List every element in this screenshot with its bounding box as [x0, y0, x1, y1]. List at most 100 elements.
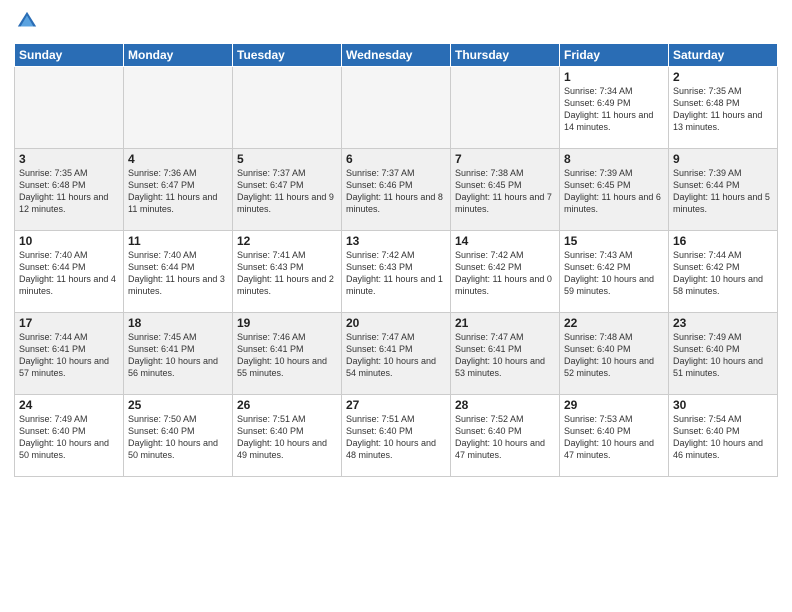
day-number: 6: [346, 152, 446, 166]
day-info: Sunrise: 7:36 AMSunset: 6:47 PMDaylight:…: [128, 167, 228, 216]
day-number: 29: [564, 398, 664, 412]
calendar-week-row: 1Sunrise: 7:34 AMSunset: 6:49 PMDaylight…: [15, 67, 778, 149]
calendar-header-friday: Friday: [560, 44, 669, 67]
day-number: 14: [455, 234, 555, 248]
calendar-week-row: 24Sunrise: 7:49 AMSunset: 6:40 PMDayligh…: [15, 395, 778, 477]
calendar-cell: 5Sunrise: 7:37 AMSunset: 6:47 PMDaylight…: [233, 149, 342, 231]
day-number: 13: [346, 234, 446, 248]
calendar-cell: 8Sunrise: 7:39 AMSunset: 6:45 PMDaylight…: [560, 149, 669, 231]
day-number: 18: [128, 316, 228, 330]
day-number: 16: [673, 234, 773, 248]
day-info: Sunrise: 7:49 AMSunset: 6:40 PMDaylight:…: [19, 413, 119, 462]
day-info: Sunrise: 7:43 AMSunset: 6:42 PMDaylight:…: [564, 249, 664, 298]
day-number: 9: [673, 152, 773, 166]
calendar-cell: 1Sunrise: 7:34 AMSunset: 6:49 PMDaylight…: [560, 67, 669, 149]
day-number: 26: [237, 398, 337, 412]
day-info: Sunrise: 7:40 AMSunset: 6:44 PMDaylight:…: [128, 249, 228, 298]
day-info: Sunrise: 7:37 AMSunset: 6:47 PMDaylight:…: [237, 167, 337, 216]
calendar-cell: [15, 67, 124, 149]
day-number: 8: [564, 152, 664, 166]
calendar-cell: 15Sunrise: 7:43 AMSunset: 6:42 PMDayligh…: [560, 231, 669, 313]
calendar-header-row: SundayMondayTuesdayWednesdayThursdayFrid…: [15, 44, 778, 67]
day-number: 21: [455, 316, 555, 330]
day-number: 5: [237, 152, 337, 166]
day-info: Sunrise: 7:37 AMSunset: 6:46 PMDaylight:…: [346, 167, 446, 216]
calendar-cell: 22Sunrise: 7:48 AMSunset: 6:40 PMDayligh…: [560, 313, 669, 395]
calendar-cell: 29Sunrise: 7:53 AMSunset: 6:40 PMDayligh…: [560, 395, 669, 477]
calendar-week-row: 17Sunrise: 7:44 AMSunset: 6:41 PMDayligh…: [15, 313, 778, 395]
day-info: Sunrise: 7:38 AMSunset: 6:45 PMDaylight:…: [455, 167, 555, 216]
day-info: Sunrise: 7:49 AMSunset: 6:40 PMDaylight:…: [673, 331, 773, 380]
calendar-header-sunday: Sunday: [15, 44, 124, 67]
calendar-cell: 24Sunrise: 7:49 AMSunset: 6:40 PMDayligh…: [15, 395, 124, 477]
calendar-cell: 21Sunrise: 7:47 AMSunset: 6:41 PMDayligh…: [451, 313, 560, 395]
calendar-week-row: 3Sunrise: 7:35 AMSunset: 6:48 PMDaylight…: [15, 149, 778, 231]
day-info: Sunrise: 7:47 AMSunset: 6:41 PMDaylight:…: [346, 331, 446, 380]
day-number: 4: [128, 152, 228, 166]
day-number: 10: [19, 234, 119, 248]
day-info: Sunrise: 7:51 AMSunset: 6:40 PMDaylight:…: [346, 413, 446, 462]
calendar-week-row: 10Sunrise: 7:40 AMSunset: 6:44 PMDayligh…: [15, 231, 778, 313]
calendar-cell: 4Sunrise: 7:36 AMSunset: 6:47 PMDaylight…: [124, 149, 233, 231]
day-info: Sunrise: 7:54 AMSunset: 6:40 PMDaylight:…: [673, 413, 773, 462]
calendar-header-saturday: Saturday: [669, 44, 778, 67]
header: [14, 10, 778, 37]
day-number: 17: [19, 316, 119, 330]
day-info: Sunrise: 7:51 AMSunset: 6:40 PMDaylight:…: [237, 413, 337, 462]
day-number: 11: [128, 234, 228, 248]
calendar-header-tuesday: Tuesday: [233, 44, 342, 67]
day-info: Sunrise: 7:34 AMSunset: 6:49 PMDaylight:…: [564, 85, 664, 134]
calendar-cell: 19Sunrise: 7:46 AMSunset: 6:41 PMDayligh…: [233, 313, 342, 395]
calendar-table: SundayMondayTuesdayWednesdayThursdayFrid…: [14, 43, 778, 477]
day-number: 3: [19, 152, 119, 166]
calendar-cell: 25Sunrise: 7:50 AMSunset: 6:40 PMDayligh…: [124, 395, 233, 477]
page-container: SundayMondayTuesdayWednesdayThursdayFrid…: [0, 0, 792, 485]
calendar-header-thursday: Thursday: [451, 44, 560, 67]
day-info: Sunrise: 7:52 AMSunset: 6:40 PMDaylight:…: [455, 413, 555, 462]
day-number: 7: [455, 152, 555, 166]
calendar-cell: 6Sunrise: 7:37 AMSunset: 6:46 PMDaylight…: [342, 149, 451, 231]
calendar-header-monday: Monday: [124, 44, 233, 67]
day-number: 28: [455, 398, 555, 412]
day-info: Sunrise: 7:50 AMSunset: 6:40 PMDaylight:…: [128, 413, 228, 462]
logo-icon: [16, 10, 38, 32]
calendar-cell: 2Sunrise: 7:35 AMSunset: 6:48 PMDaylight…: [669, 67, 778, 149]
day-info: Sunrise: 7:35 AMSunset: 6:48 PMDaylight:…: [673, 85, 773, 134]
calendar-cell: [451, 67, 560, 149]
calendar-cell: 30Sunrise: 7:54 AMSunset: 6:40 PMDayligh…: [669, 395, 778, 477]
day-info: Sunrise: 7:41 AMSunset: 6:43 PMDaylight:…: [237, 249, 337, 298]
day-number: 12: [237, 234, 337, 248]
calendar-cell: 20Sunrise: 7:47 AMSunset: 6:41 PMDayligh…: [342, 313, 451, 395]
calendar-cell: 16Sunrise: 7:44 AMSunset: 6:42 PMDayligh…: [669, 231, 778, 313]
day-number: 30: [673, 398, 773, 412]
calendar-cell: 7Sunrise: 7:38 AMSunset: 6:45 PMDaylight…: [451, 149, 560, 231]
day-number: 22: [564, 316, 664, 330]
day-number: 27: [346, 398, 446, 412]
day-info: Sunrise: 7:39 AMSunset: 6:45 PMDaylight:…: [564, 167, 664, 216]
calendar-cell: 18Sunrise: 7:45 AMSunset: 6:41 PMDayligh…: [124, 313, 233, 395]
calendar-header-wednesday: Wednesday: [342, 44, 451, 67]
calendar-cell: 26Sunrise: 7:51 AMSunset: 6:40 PMDayligh…: [233, 395, 342, 477]
day-info: Sunrise: 7:42 AMSunset: 6:42 PMDaylight:…: [455, 249, 555, 298]
day-info: Sunrise: 7:45 AMSunset: 6:41 PMDaylight:…: [128, 331, 228, 380]
day-number: 23: [673, 316, 773, 330]
calendar-cell: 3Sunrise: 7:35 AMSunset: 6:48 PMDaylight…: [15, 149, 124, 231]
day-info: Sunrise: 7:40 AMSunset: 6:44 PMDaylight:…: [19, 249, 119, 298]
calendar-cell: 9Sunrise: 7:39 AMSunset: 6:44 PMDaylight…: [669, 149, 778, 231]
day-number: 25: [128, 398, 228, 412]
day-info: Sunrise: 7:53 AMSunset: 6:40 PMDaylight:…: [564, 413, 664, 462]
calendar-cell: 28Sunrise: 7:52 AMSunset: 6:40 PMDayligh…: [451, 395, 560, 477]
calendar-cell: [233, 67, 342, 149]
day-info: Sunrise: 7:42 AMSunset: 6:43 PMDaylight:…: [346, 249, 446, 298]
day-info: Sunrise: 7:48 AMSunset: 6:40 PMDaylight:…: [564, 331, 664, 380]
day-number: 24: [19, 398, 119, 412]
calendar-cell: [342, 67, 451, 149]
day-number: 1: [564, 70, 664, 84]
calendar-cell: 27Sunrise: 7:51 AMSunset: 6:40 PMDayligh…: [342, 395, 451, 477]
day-number: 19: [237, 316, 337, 330]
calendar-cell: [124, 67, 233, 149]
calendar-cell: 17Sunrise: 7:44 AMSunset: 6:41 PMDayligh…: [15, 313, 124, 395]
calendar-cell: 11Sunrise: 7:40 AMSunset: 6:44 PMDayligh…: [124, 231, 233, 313]
calendar-cell: 10Sunrise: 7:40 AMSunset: 6:44 PMDayligh…: [15, 231, 124, 313]
calendar-cell: 14Sunrise: 7:42 AMSunset: 6:42 PMDayligh…: [451, 231, 560, 313]
